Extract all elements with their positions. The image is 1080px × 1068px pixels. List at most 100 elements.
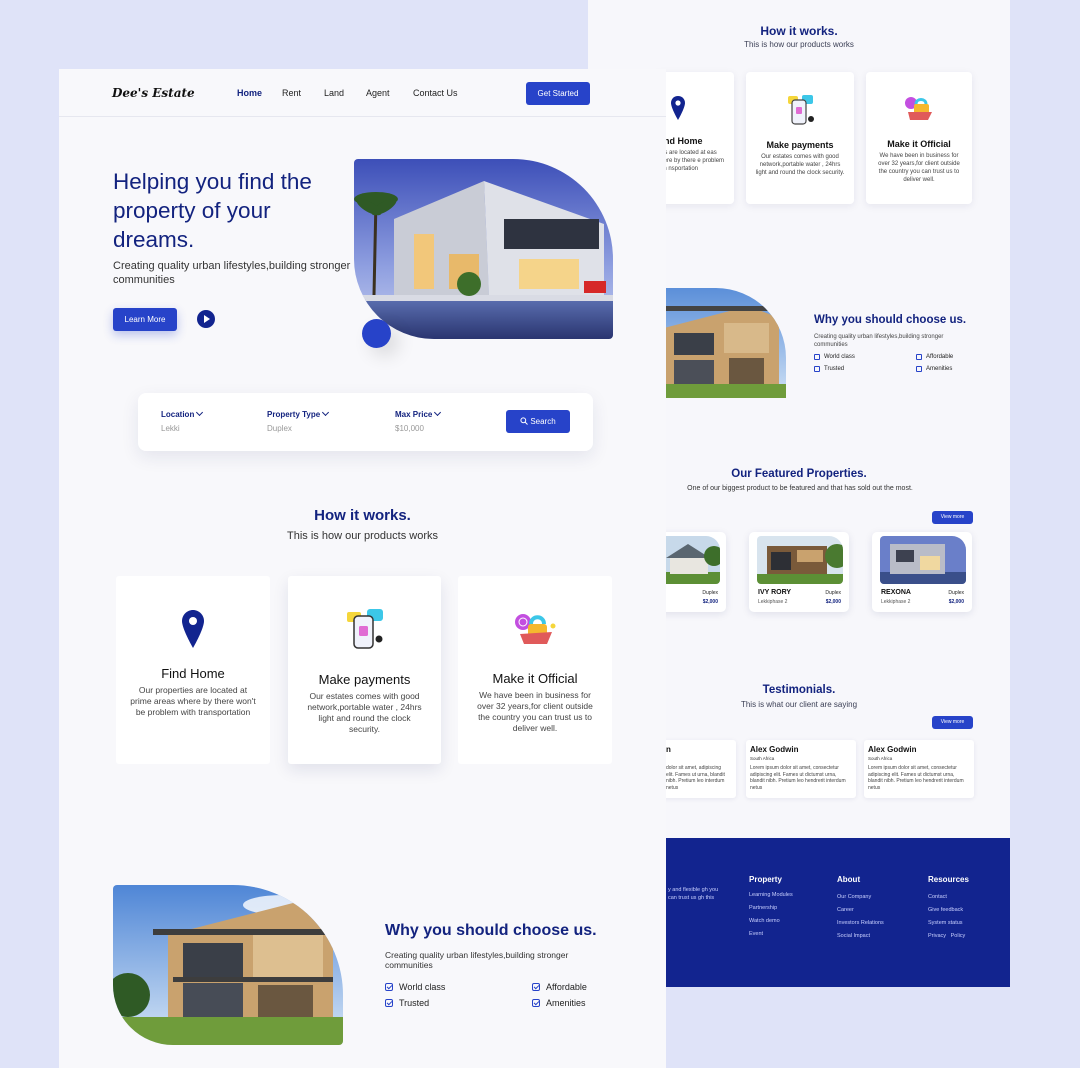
footer-link[interactable]: Career (837, 907, 854, 913)
get-started-button[interactable]: Get Started (526, 82, 590, 105)
play-video-button[interactable] (197, 310, 215, 328)
location-label: Location (161, 410, 195, 419)
footer-heading: Property (749, 875, 782, 884)
nav-agent[interactable]: Agent (366, 88, 390, 98)
footer-link[interactable]: System status (928, 920, 963, 926)
testimonial-quote: Lorem ipsum dolor sit amet, consectetur … (868, 765, 964, 791)
feature-label: World class (824, 354, 855, 360)
nav-rent[interactable]: Rent (282, 88, 301, 98)
footer-link[interactable]: Contact (928, 894, 947, 900)
testimonial-country: South Africa (750, 756, 775, 761)
back-card-find-home: nd Home rties are located at eas where b… (654, 72, 734, 204)
footer-intro: y and flexible gh you can trust us gh th… (668, 887, 719, 901)
check-icon (814, 354, 820, 360)
how-title: How it works. (760, 24, 838, 38)
footer-link[interactable]: Our Company (837, 894, 871, 900)
feature-trusted: Trusted (399, 998, 430, 1008)
property-type: Duplex (948, 590, 964, 596)
nav-land[interactable]: Land (324, 88, 344, 98)
view-more-button[interactable]: View more (932, 511, 973, 524)
play-icon (204, 315, 210, 323)
property-card[interactable]: IVY RORY Lekkiphase 2 Duplex $2,000 (749, 532, 849, 612)
footer-link[interactable]: Social Impact (837, 933, 870, 939)
card-title: Make it Official (492, 671, 578, 686)
property-location: Lekkiphase 2 (881, 599, 911, 605)
property-image (658, 536, 720, 584)
property-card[interactable]: REXONA Lekkiphase 2 Duplex $2,000 (872, 532, 972, 612)
card-find-home: Find Home Our properties are located at … (116, 576, 270, 764)
phone-payment-icon (788, 95, 814, 125)
property-price: $2,000 (948, 599, 964, 605)
search-button[interactable]: Search (506, 410, 570, 433)
location-dropdown[interactable]: Location (161, 408, 204, 419)
front-page: Dee's Estate Home Rent Land Agent Contac… (59, 69, 666, 1068)
testimonial-name: Alex Godwin (750, 745, 799, 754)
learn-more-button[interactable]: Learn More (113, 308, 177, 331)
max-price-label: Max Price (395, 410, 433, 419)
footer-link[interactable]: Give feedback (928, 907, 963, 913)
back-card-make-payments: Make payments Our estates comes with goo… (746, 72, 854, 204)
check-icon (385, 999, 393, 1007)
max-price-dropdown[interactable]: Max Price (395, 408, 442, 419)
search-button-label: Search (530, 417, 556, 426)
card-desc: Our estates comes with good network,port… (307, 691, 422, 734)
check-icon (814, 366, 820, 372)
card-title: Make it Official (887, 139, 951, 149)
why-subtitle: Creating quality urban lifestyles,buildi… (385, 950, 569, 970)
card-desc: Our properties are located at prime area… (130, 685, 256, 717)
why-house-image (654, 288, 786, 398)
check-icon (385, 983, 393, 991)
why-subtitle: Creating quality urban lifestyles,buildi… (814, 334, 944, 348)
property-type-dropdown[interactable]: Property Type (267, 408, 330, 419)
logo[interactable]: Dee's Estate (112, 86, 195, 100)
why-title: Why you should choose us. (814, 314, 967, 326)
footer-link[interactable]: Privacy Policy (928, 933, 965, 939)
property-price: $2,000 (702, 599, 718, 605)
back-card-make-official: Make it Official We have been in busines… (866, 72, 972, 204)
footer-link[interactable]: Watch demo (749, 918, 780, 924)
testimonial-name: Alex Godwin (868, 745, 917, 754)
footer-link[interactable]: Investors Relations (837, 920, 884, 926)
hero-subtitle: Creating quality urban lifestyles,buildi… (113, 260, 351, 286)
phone-payment-icon (347, 609, 383, 649)
property-name: REXONA (881, 589, 911, 596)
search-icon (520, 417, 529, 425)
top-nav: Dee's Estate Home Rent Land Agent Contac… (59, 69, 666, 117)
card-title: Find Home (161, 666, 225, 681)
testimonial-name: n (666, 745, 671, 754)
feature-world-class: World class (399, 982, 446, 992)
property-price: $2,000 (825, 599, 841, 605)
property-location: Lekkiphase 2 (758, 599, 788, 605)
why-title: Why you should choose us. (385, 922, 597, 939)
chevron-down-icon (196, 408, 204, 417)
card-title: nd Home (664, 136, 703, 146)
decorative-dot (362, 319, 391, 348)
location-pin-icon (671, 96, 685, 120)
footer-heading: About (837, 875, 861, 884)
property-type-value: Duplex (267, 424, 292, 433)
card-desc: Our estates comes with good network,port… (755, 154, 845, 176)
view-more-button[interactable]: View more (932, 716, 973, 729)
hero-house-image (354, 159, 613, 339)
footer-link[interactable]: Learning Modules (749, 892, 793, 898)
card-desc: We have been in business for over 32 yea… (477, 690, 593, 733)
feature-affordable: Affordable (546, 982, 587, 992)
max-price-value: $10,000 (395, 424, 424, 433)
testimonial-country: South Africa (868, 756, 893, 761)
footer-link[interactable]: Partnership (749, 905, 777, 911)
card-desc: We have been in business for over 32 yea… (878, 153, 960, 183)
testimonial-quote: Lorem ipsum dolor sit amet, consectetur … (750, 765, 846, 791)
card-make-official: Make it Official We have been in busines… (458, 576, 612, 764)
nav-home[interactable]: Home (237, 88, 262, 98)
property-image (880, 536, 966, 584)
check-icon (532, 983, 540, 991)
feature-amenities: Amenities (546, 998, 586, 1008)
lock-key-icon (905, 97, 932, 120)
location-pin-icon (182, 610, 204, 648)
footer-link[interactable]: Event (749, 931, 763, 937)
location-value: Lekki (161, 424, 180, 433)
nav-contact-us[interactable]: Contact Us (413, 88, 458, 98)
lock-key-icon (515, 614, 556, 644)
how-subtitle: This is how our products works (287, 530, 438, 542)
featured-subtitle: One of our biggest product to be feature… (687, 485, 913, 492)
